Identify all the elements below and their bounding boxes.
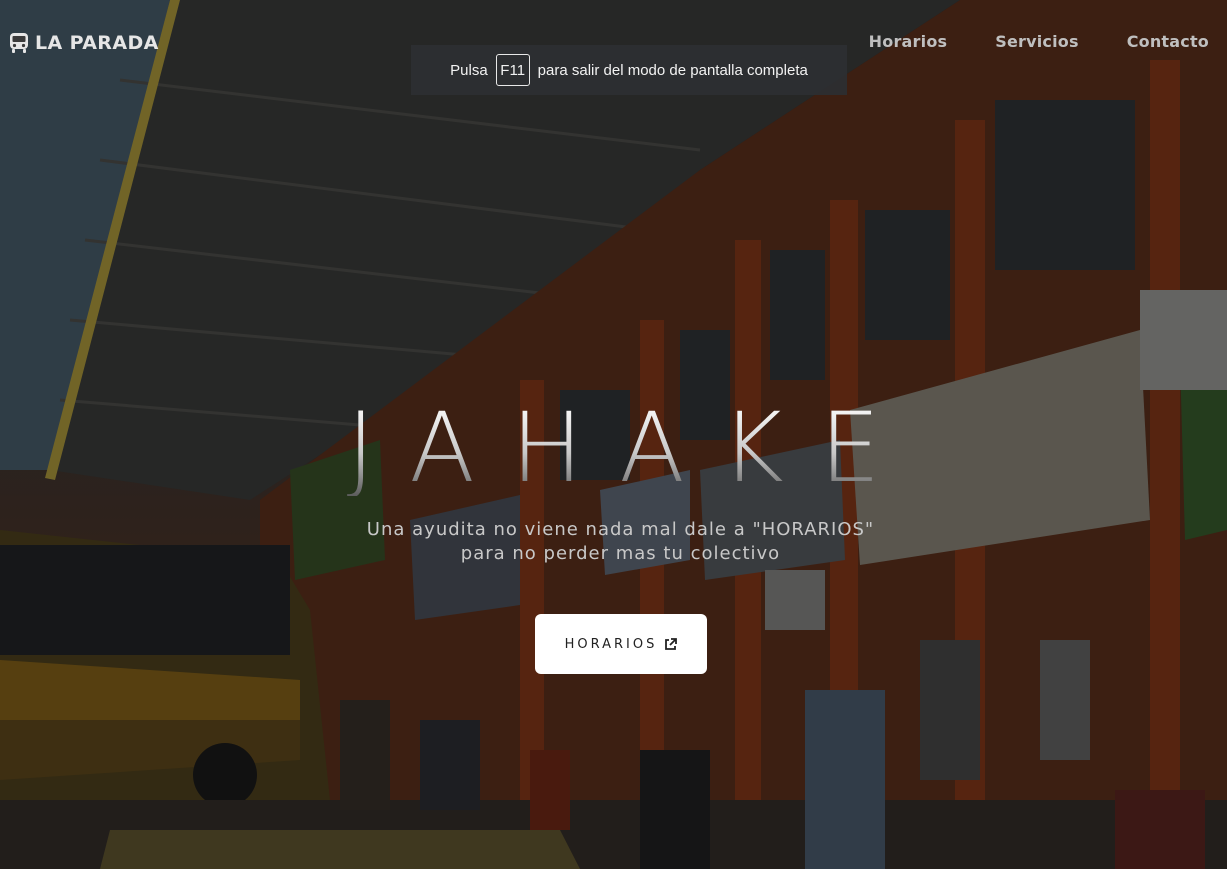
- f11-key-badge: F11: [495, 54, 530, 86]
- horarios-button[interactable]: HORARIOS: [535, 614, 707, 674]
- hero-subtitle: Una ayudita no viene nada mal dale a "HO…: [366, 519, 875, 564]
- external-link-icon: [664, 637, 678, 651]
- nav-item-horarios[interactable]: Horarios: [869, 32, 948, 51]
- brand-logo[interactable]: LA PARADA: [9, 30, 159, 56]
- hero-title: JAHAKE: [0, 400, 1227, 496]
- nav-item-contacto[interactable]: Contacto: [1127, 32, 1209, 51]
- fullscreen-notice-suffix: para salir del modo de pantalla completa: [537, 61, 808, 79]
- horarios-button-label: HORARIOS: [564, 636, 658, 652]
- bus-icon: [9, 32, 29, 54]
- fullscreen-notice: Pulsa F11 para salir del modo de pantall…: [411, 45, 847, 95]
- nav-item-servicios[interactable]: Servicios: [995, 32, 1078, 51]
- fullscreen-notice-prefix: Pulsa: [450, 61, 488, 79]
- main-nav: Horarios Servicios Contacto: [869, 32, 1209, 51]
- brand-label: LA PARADA: [35, 32, 159, 54]
